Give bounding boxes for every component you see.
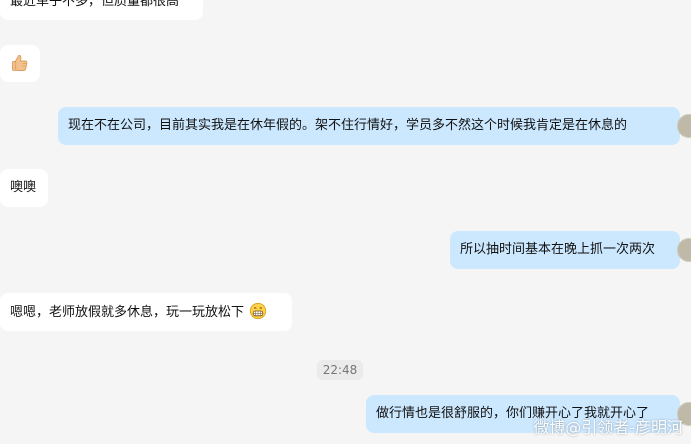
incoming-message[interactable]: 噢噢: [0, 169, 48, 207]
weibo-watermark: 微博@引领者-彦明河: [533, 418, 683, 437]
chat-window: 最近单子不多，但质量都很高 现在不在公司，目前其实我是在休年假的。架不住行情好，…: [0, 0, 691, 444]
incoming-message[interactable]: [0, 45, 40, 82]
message-text: 所以抽时间基本在晚上抓一次两次: [460, 242, 656, 257]
message-text: 现在不在公司，目前其实我是在休年假的。架不住行情好，学员多不然这个时候我肯定是在…: [68, 118, 628, 133]
message-text: 最近单子不多，但质量都很高: [10, 0, 180, 9]
message-text: 噢噢: [10, 180, 37, 195]
message-text: 嗯嗯，老师放假就多休息，玩一玩放松下: [10, 305, 245, 320]
outgoing-message[interactable]: 所以抽时间基本在晚上抓一次两次: [450, 231, 680, 269]
thumbs-up-icon: [10, 53, 30, 73]
timestamp-badge: 22:48: [317, 360, 363, 380]
outgoing-message[interactable]: 现在不在公司，目前其实我是在休年假的。架不住行情好，学员多不然这个时候我肯定是在…: [58, 107, 680, 145]
grinning-face-icon: [249, 302, 267, 320]
incoming-message[interactable]: 嗯嗯，老师放假就多休息，玩一玩放松下: [0, 293, 292, 331]
incoming-message[interactable]: 最近单子不多，但质量都很高: [0, 0, 203, 20]
